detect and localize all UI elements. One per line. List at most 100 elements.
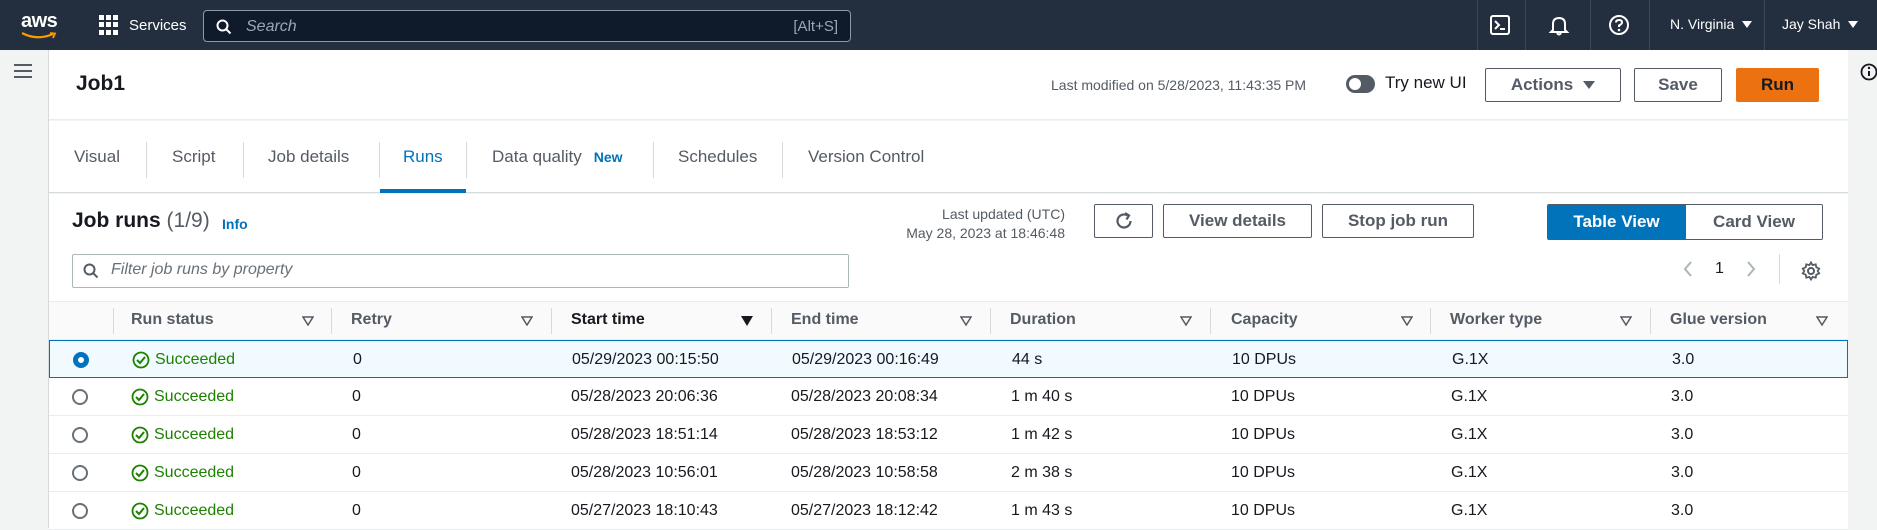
row-radio[interactable] bbox=[73, 352, 89, 368]
cell-start-time: 05/28/2023 10:56:01 bbox=[571, 464, 718, 481]
column-header-run-status[interactable]: Run status bbox=[131, 311, 214, 329]
table-view-button[interactable]: Table View bbox=[1548, 205, 1685, 239]
services-grid-icon bbox=[99, 15, 119, 35]
runs-title: Job runs (1/9) bbox=[72, 209, 210, 233]
cell-end-time: 05/28/2023 18:53:12 bbox=[791, 426, 938, 443]
aws-logo-text: aws bbox=[21, 10, 58, 32]
column-header-duration[interactable]: Duration bbox=[1010, 311, 1076, 329]
info-panel-icon[interactable] bbox=[1860, 63, 1877, 81]
actions-label: Actions bbox=[1510, 75, 1574, 94]
help-icon[interactable] bbox=[1608, 14, 1630, 36]
aws-smile-icon bbox=[21, 32, 57, 39]
table-row[interactable]: Succeeded 0 05/28/2023 10:56:01 05/28/20… bbox=[49, 454, 1848, 492]
tab-data-quality[interactable]: Data quality New bbox=[492, 147, 623, 167]
chevron-left-icon[interactable] bbox=[1683, 261, 1693, 277]
column-divider bbox=[331, 308, 332, 334]
pagination: 1 bbox=[1683, 260, 1756, 278]
search-shortcut: [Alt+S] bbox=[793, 18, 838, 35]
table-row[interactable]: Succeeded 0 05/28/2023 18:51:14 05/28/20… bbox=[49, 416, 1848, 454]
tab-runs[interactable]: Runs bbox=[403, 147, 443, 167]
aws-logo[interactable]: aws bbox=[21, 10, 61, 40]
tab-version-control[interactable]: Version Control bbox=[808, 147, 924, 167]
cell-start-time: 05/29/2023 00:15:50 bbox=[572, 351, 719, 368]
gear-icon[interactable] bbox=[1801, 261, 1821, 281]
success-check-icon bbox=[131, 426, 149, 444]
cell-retry: 0 bbox=[352, 388, 361, 405]
services-menu[interactable]: Services bbox=[99, 14, 187, 36]
success-check-icon bbox=[131, 464, 149, 482]
column-header-retry[interactable]: Retry bbox=[351, 311, 392, 329]
hamburger-menu-icon[interactable] bbox=[13, 63, 33, 79]
refresh-button[interactable] bbox=[1094, 204, 1153, 238]
card-view-button[interactable]: Card View bbox=[1685, 205, 1822, 239]
last-updated-label: Last updated (UTC) bbox=[942, 206, 1065, 222]
cell-duration: 1 m 42 s bbox=[1011, 426, 1073, 443]
info-link[interactable]: Info bbox=[222, 216, 248, 232]
tab-schedules[interactable]: Schedules bbox=[678, 147, 757, 167]
job-header: Job1 Last modified on 5/28/2023, 11:43:3… bbox=[49, 50, 1848, 120]
sort-caret-icon[interactable] bbox=[302, 316, 314, 326]
chevron-right-icon[interactable] bbox=[1746, 261, 1756, 277]
status-badge: Succeeded bbox=[131, 426, 234, 444]
runs-title-text: Job runs bbox=[72, 209, 161, 232]
row-radio[interactable] bbox=[72, 503, 88, 519]
nav-divider bbox=[1477, 0, 1478, 50]
runs-count: (1/9) bbox=[166, 209, 210, 232]
sort-caret-icon[interactable] bbox=[521, 316, 533, 326]
column-header-worker-type[interactable]: Worker type bbox=[1450, 311, 1542, 329]
success-check-icon bbox=[131, 388, 149, 406]
sort-caret-icon[interactable] bbox=[1180, 316, 1192, 326]
table-row[interactable]: Succeeded 0 05/27/2023 18:10:43 05/27/20… bbox=[49, 492, 1848, 530]
sort-caret-icon[interactable] bbox=[1401, 316, 1413, 326]
row-radio[interactable] bbox=[72, 389, 88, 405]
caret-down-icon bbox=[1742, 20, 1753, 28]
cell-start-time: 05/28/2023 18:51:14 bbox=[571, 426, 718, 443]
cell-glue-version: 3.0 bbox=[1671, 388, 1694, 405]
sorted-descending-icon[interactable] bbox=[741, 316, 753, 326]
column-header-start-time[interactable]: Start time bbox=[571, 311, 645, 329]
table-header: Run status Retry Start time End time Dur… bbox=[49, 301, 1848, 340]
tab-visual[interactable]: Visual bbox=[74, 147, 120, 167]
search-input[interactable]: Search [Alt+S] bbox=[203, 10, 851, 42]
pager-divider bbox=[1779, 254, 1780, 284]
run-button[interactable]: Run bbox=[1736, 68, 1819, 102]
table-row[interactable]: Succeeded 0 05/29/2023 00:15:50 05/29/20… bbox=[49, 340, 1848, 378]
column-header-end-time[interactable]: End time bbox=[791, 311, 859, 329]
tab-script[interactable]: Script bbox=[172, 147, 215, 167]
save-button[interactable]: Save bbox=[1634, 68, 1722, 102]
column-header-glue-version[interactable]: Glue version bbox=[1670, 311, 1767, 329]
sort-caret-icon[interactable] bbox=[960, 316, 972, 326]
actions-button[interactable]: Actions bbox=[1485, 68, 1621, 102]
row-radio[interactable] bbox=[72, 465, 88, 481]
try-new-ui-toggle[interactable] bbox=[1346, 75, 1375, 93]
top-navigation-bar: aws Services Search [Alt+S] N. Virginia … bbox=[0, 0, 1877, 50]
filter-input[interactable]: Filter job runs by property bbox=[72, 254, 849, 288]
column-header-capacity[interactable]: Capacity bbox=[1231, 311, 1298, 329]
table-row[interactable]: Succeeded 0 05/28/2023 20:06:36 05/28/20… bbox=[49, 378, 1848, 416]
cell-worker-type: G.1X bbox=[1451, 502, 1488, 519]
page-number[interactable]: 1 bbox=[1715, 260, 1724, 278]
view-details-button[interactable]: View details bbox=[1163, 204, 1312, 238]
cell-worker-type: G.1X bbox=[1451, 426, 1488, 443]
cloudshell-icon[interactable] bbox=[1489, 14, 1511, 36]
services-label: Services bbox=[129, 16, 187, 34]
try-new-ui-label: Try new UI bbox=[1385, 73, 1467, 92]
job-tabs: Visual Script Job details Runs Data qual… bbox=[49, 121, 1848, 193]
cell-retry: 0 bbox=[352, 502, 361, 519]
cell-capacity: 10 DPUs bbox=[1231, 464, 1296, 481]
view-toggle: Table View Card View bbox=[1547, 204, 1823, 240]
column-divider bbox=[1430, 308, 1431, 334]
row-radio[interactable] bbox=[72, 427, 88, 443]
tab-divider bbox=[146, 142, 147, 178]
user-menu[interactable]: Jay Shah bbox=[1782, 16, 1859, 32]
cell-duration: 1 m 43 s bbox=[1011, 502, 1073, 519]
sort-caret-icon[interactable] bbox=[1816, 316, 1828, 326]
sort-caret-icon[interactable] bbox=[1620, 316, 1632, 326]
notifications-bell-icon[interactable] bbox=[1548, 14, 1570, 36]
tab-job-details[interactable]: Job details bbox=[268, 147, 349, 167]
region-label: N. Virginia bbox=[1670, 16, 1735, 32]
stop-job-run-button[interactable]: Stop job run bbox=[1322, 204, 1474, 238]
caret-down-icon bbox=[1583, 81, 1596, 89]
cell-start-time: 05/27/2023 18:10:43 bbox=[571, 502, 718, 519]
region-selector[interactable]: N. Virginia bbox=[1670, 16, 1753, 32]
